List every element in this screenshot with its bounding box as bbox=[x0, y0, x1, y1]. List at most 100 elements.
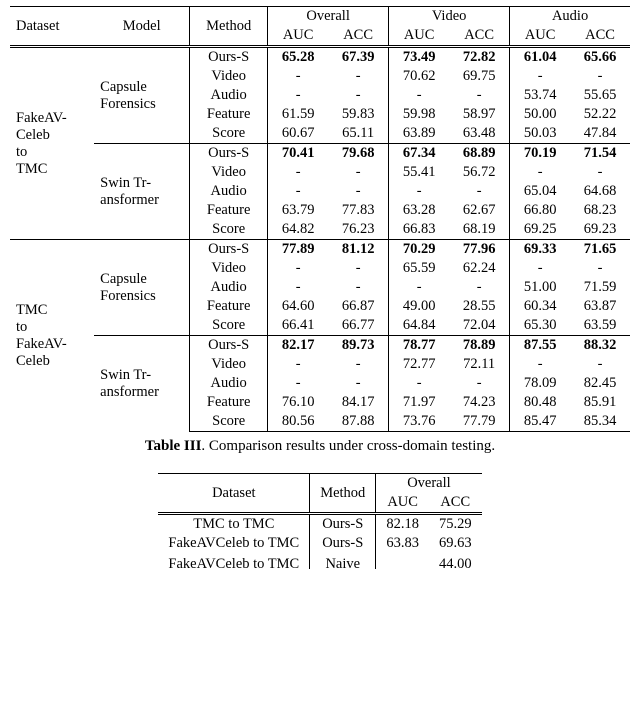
value-cell: 65.04 bbox=[510, 182, 571, 201]
col-video-auc: AUC bbox=[389, 26, 450, 47]
value-cell: 71.59 bbox=[570, 278, 630, 297]
caption-prefix: Table III bbox=[145, 438, 202, 454]
value-cell: - bbox=[268, 182, 329, 201]
value-cell: - bbox=[328, 67, 389, 86]
method-cell: Audio bbox=[190, 86, 268, 105]
value-cell: - bbox=[570, 355, 630, 374]
value-cell: 65.30 bbox=[510, 316, 571, 336]
method-cell: Ours-S bbox=[190, 144, 268, 164]
value-cell: 70.62 bbox=[389, 67, 450, 86]
value-cell: 63.83 bbox=[376, 534, 429, 553]
value-cell: 70.19 bbox=[510, 144, 571, 164]
value-cell: 63.87 bbox=[570, 297, 630, 316]
table-row: Swin Tr-ansformerOurs-S70.4179.6867.3468… bbox=[10, 144, 630, 164]
value-cell: 68.19 bbox=[449, 220, 510, 240]
value-cell: 55.65 bbox=[570, 86, 630, 105]
table-row: TMCtoFakeAV-CelebCapsuleForensicsOurs-S7… bbox=[10, 240, 630, 260]
col-model: Model bbox=[94, 7, 190, 47]
value-cell: 72.77 bbox=[389, 355, 450, 374]
model-cell: CapsuleForensics bbox=[94, 240, 190, 336]
col-overall-acc: ACC bbox=[328, 26, 389, 47]
value-cell: 61.04 bbox=[510, 47, 571, 68]
value-cell: 80.56 bbox=[268, 412, 329, 432]
value-cell: 47.84 bbox=[570, 124, 630, 144]
value-cell: - bbox=[389, 86, 450, 105]
value-cell: - bbox=[328, 355, 389, 374]
value-cell: 72.11 bbox=[449, 355, 510, 374]
value-cell: 88.32 bbox=[570, 336, 630, 356]
method-cell: Score bbox=[190, 220, 268, 240]
value-cell: - bbox=[389, 374, 450, 393]
value-cell: 69.63 bbox=[429, 534, 482, 553]
col2-auc: AUC bbox=[376, 493, 429, 514]
value-cell: - bbox=[328, 163, 389, 182]
method-cell: Ours-S bbox=[190, 47, 268, 68]
value-cell: 61.59 bbox=[268, 105, 329, 124]
dataset-cell: FakeAV-CelebtoTMC bbox=[10, 47, 94, 240]
method-cell: Ours-S bbox=[310, 514, 376, 535]
value-cell: - bbox=[328, 182, 389, 201]
value-cell: 73.76 bbox=[389, 412, 450, 432]
col-overall: Overall bbox=[268, 7, 389, 27]
value-cell: 64.68 bbox=[570, 182, 630, 201]
value-cell: - bbox=[268, 163, 329, 182]
value-cell: 81.12 bbox=[328, 240, 389, 260]
value-cell: 66.41 bbox=[268, 316, 329, 336]
col-audio-auc: AUC bbox=[510, 26, 571, 47]
value-cell: 63.79 bbox=[268, 201, 329, 220]
value-cell: - bbox=[328, 374, 389, 393]
value-cell: 78.09 bbox=[510, 374, 571, 393]
value-cell: 52.22 bbox=[570, 105, 630, 124]
value-cell: - bbox=[510, 163, 571, 182]
method-cell: Video bbox=[190, 355, 268, 374]
value-cell: 78.77 bbox=[389, 336, 450, 356]
value-cell: 66.87 bbox=[328, 297, 389, 316]
method-cell: Ours-S bbox=[190, 240, 268, 260]
value-cell: 68.89 bbox=[449, 144, 510, 164]
value-cell: 69.25 bbox=[510, 220, 571, 240]
value-cell: 68.23 bbox=[570, 201, 630, 220]
value-cell: 69.75 bbox=[449, 67, 510, 86]
method-cell: Audio bbox=[190, 182, 268, 201]
method-cell: Video bbox=[190, 67, 268, 86]
table-row: TMC to TMCOurs-S82.1875.29 bbox=[158, 514, 481, 535]
method-cell: Ours-S bbox=[310, 534, 376, 553]
value-cell: 85.91 bbox=[570, 393, 630, 412]
value-cell: - bbox=[570, 67, 630, 86]
value-cell: - bbox=[449, 182, 510, 201]
col2-method: Method bbox=[310, 474, 376, 514]
method-cell: Audio bbox=[190, 278, 268, 297]
col-audio-acc: ACC bbox=[570, 26, 630, 47]
value-cell: 89.73 bbox=[328, 336, 389, 356]
value-cell: 55.41 bbox=[389, 163, 450, 182]
value-cell: 75.29 bbox=[429, 514, 482, 535]
value-cell: - bbox=[268, 67, 329, 86]
method-cell: Score bbox=[190, 412, 268, 432]
table-caption: Table III. Comparison results under cros… bbox=[10, 438, 630, 455]
method-cell: Feature bbox=[190, 297, 268, 316]
value-cell: 67.39 bbox=[328, 47, 389, 68]
value-cell: 77.79 bbox=[449, 412, 510, 432]
dataset-cell: TMC to TMC bbox=[158, 514, 309, 535]
value-cell: 77.83 bbox=[328, 201, 389, 220]
value-cell: 76.10 bbox=[268, 393, 329, 412]
value-cell: 59.98 bbox=[389, 105, 450, 124]
value-cell: - bbox=[328, 259, 389, 278]
value-cell: 62.24 bbox=[449, 259, 510, 278]
value-cell: 53.74 bbox=[510, 86, 571, 105]
results-table-secondary: Dataset Method Overall AUC ACC TMC to TM… bbox=[158, 473, 481, 575]
col-video: Video bbox=[389, 7, 510, 27]
method-cell: Video bbox=[190, 259, 268, 278]
value-cell: 87.55 bbox=[510, 336, 571, 356]
value-cell: - bbox=[268, 86, 329, 105]
value-cell: 63.28 bbox=[389, 201, 450, 220]
value-cell: 28.55 bbox=[449, 297, 510, 316]
value-cell: 66.77 bbox=[328, 316, 389, 336]
value-cell: 87.88 bbox=[328, 412, 389, 432]
value-cell: 60.34 bbox=[510, 297, 571, 316]
value-cell: - bbox=[449, 86, 510, 105]
value-cell: 59.83 bbox=[328, 105, 389, 124]
method-cell: Score bbox=[190, 124, 268, 144]
value-cell: 63.59 bbox=[570, 316, 630, 336]
col2-dataset: Dataset bbox=[158, 474, 309, 514]
